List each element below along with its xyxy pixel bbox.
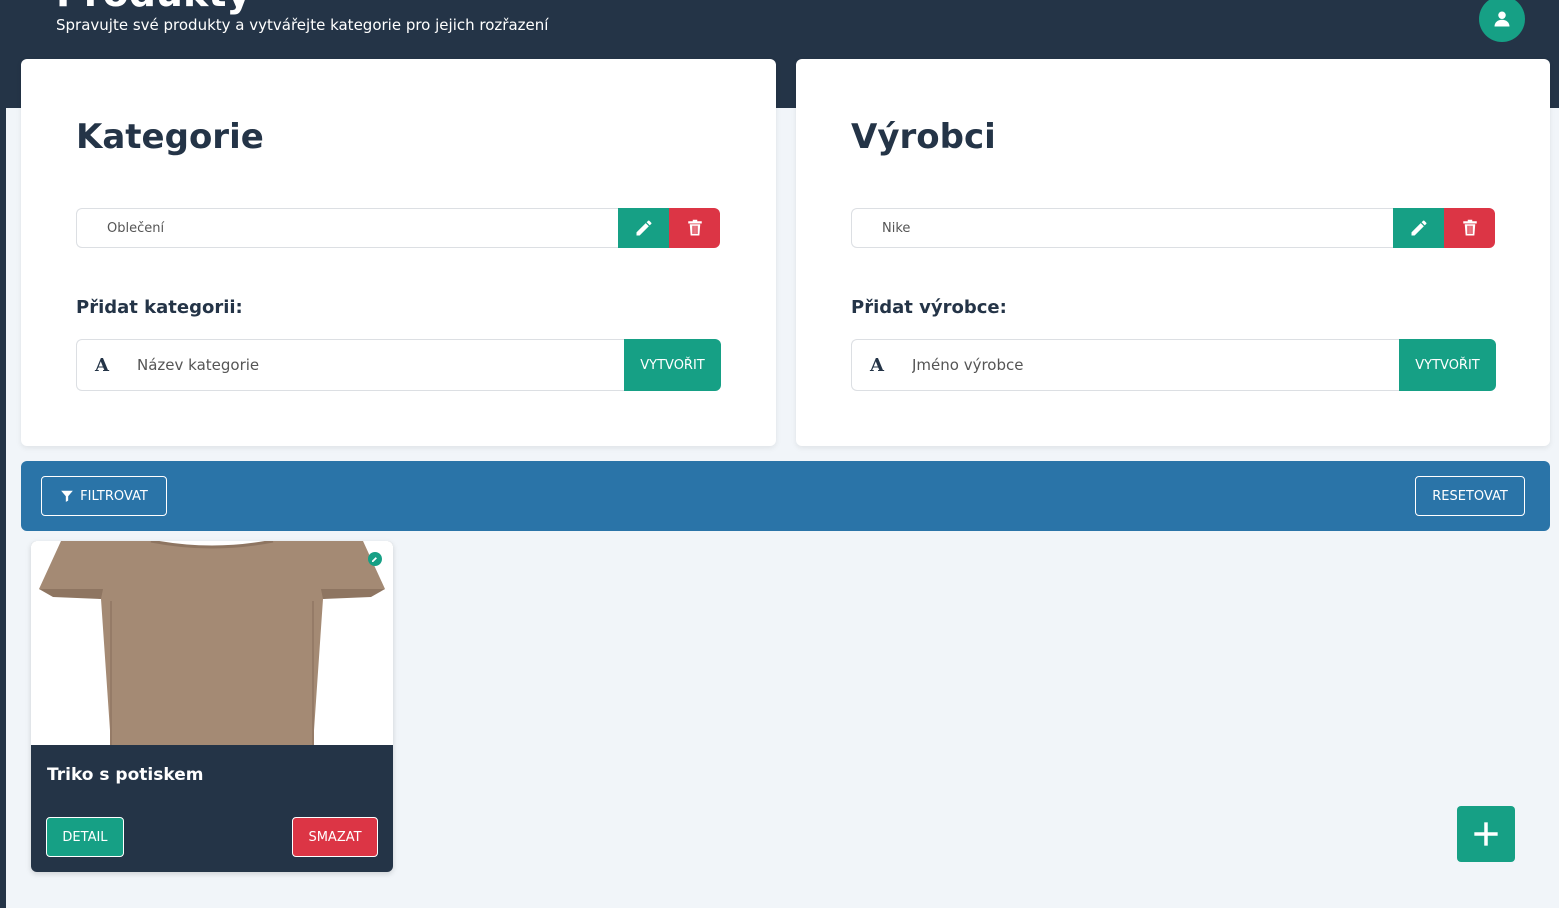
status-indicator-icon <box>368 552 382 566</box>
filter-button-label: FILTROVAT <box>80 488 148 504</box>
page-subtitle: Spravujte své produkty a vytvářejte kate… <box>56 16 549 34</box>
add-category-row: A VYTVOŘIT <box>76 339 721 391</box>
filter-button[interactable]: FILTROVAT <box>41 476 167 516</box>
add-manufacturer-row: A VYTVOŘIT <box>851 339 1496 391</box>
edit-manufacturer-button[interactable] <box>1393 208 1444 248</box>
font-icon: A <box>870 354 884 376</box>
pencil-icon <box>1411 220 1427 236</box>
delete-category-button[interactable] <box>669 208 720 248</box>
add-product-button[interactable] <box>1457 806 1515 862</box>
add-manufacturer-field: A <box>851 339 1399 391</box>
tshirt-image <box>31 541 393 745</box>
pencil-icon <box>636 220 652 236</box>
categories-title: Kategorie <box>76 117 264 157</box>
page-title: Produkty <box>56 0 251 12</box>
plus-icon <box>1474 822 1498 846</box>
category-item-row <box>76 208 720 248</box>
user-avatar-button[interactable] <box>1479 0 1525 42</box>
manufacturers-title: Výrobci <box>851 117 996 157</box>
manufacturer-item-input[interactable] <box>851 208 1393 248</box>
manufacturer-name-input[interactable] <box>902 341 1399 389</box>
create-manufacturer-button[interactable]: VYTVOŘIT <box>1399 339 1496 391</box>
font-icon: A <box>95 354 109 376</box>
category-item-input[interactable] <box>76 208 618 248</box>
product-detail-button[interactable]: DETAIL <box>46 817 124 857</box>
left-sidebar-strip <box>0 0 6 908</box>
reset-button[interactable]: RESETOVAT <box>1415 476 1525 516</box>
edit-category-button[interactable] <box>618 208 669 248</box>
delete-manufacturer-button[interactable] <box>1444 208 1495 248</box>
product-image <box>31 541 393 745</box>
filter-bar: FILTROVAT RESETOVAT <box>21 461 1550 531</box>
manufacturer-item-row <box>851 208 1495 248</box>
add-manufacturer-label: Přidat výrobce: <box>851 297 1007 318</box>
pencil-icon <box>372 557 377 562</box>
add-category-label: Přidat kategorii: <box>76 297 243 318</box>
trash-icon <box>687 219 702 236</box>
user-icon <box>1494 11 1510 27</box>
funnel-icon <box>61 490 74 502</box>
create-category-button[interactable]: VYTVOŘIT <box>624 339 721 391</box>
categories-card: Kategorie Přidat kategorii: A VYTVOŘIT <box>21 59 776 446</box>
product-delete-button[interactable]: SMAZAT <box>292 817 378 857</box>
category-name-input[interactable] <box>127 341 624 389</box>
product-name: Triko s potiskem <box>47 765 204 785</box>
product-card: Triko s potiskem DETAIL SMAZAT <box>31 541 393 872</box>
manufacturers-card: Výrobci Přidat výrobce: A VYTVOŘIT <box>796 59 1550 446</box>
trash-icon <box>1462 219 1477 236</box>
add-category-field: A <box>76 339 624 391</box>
